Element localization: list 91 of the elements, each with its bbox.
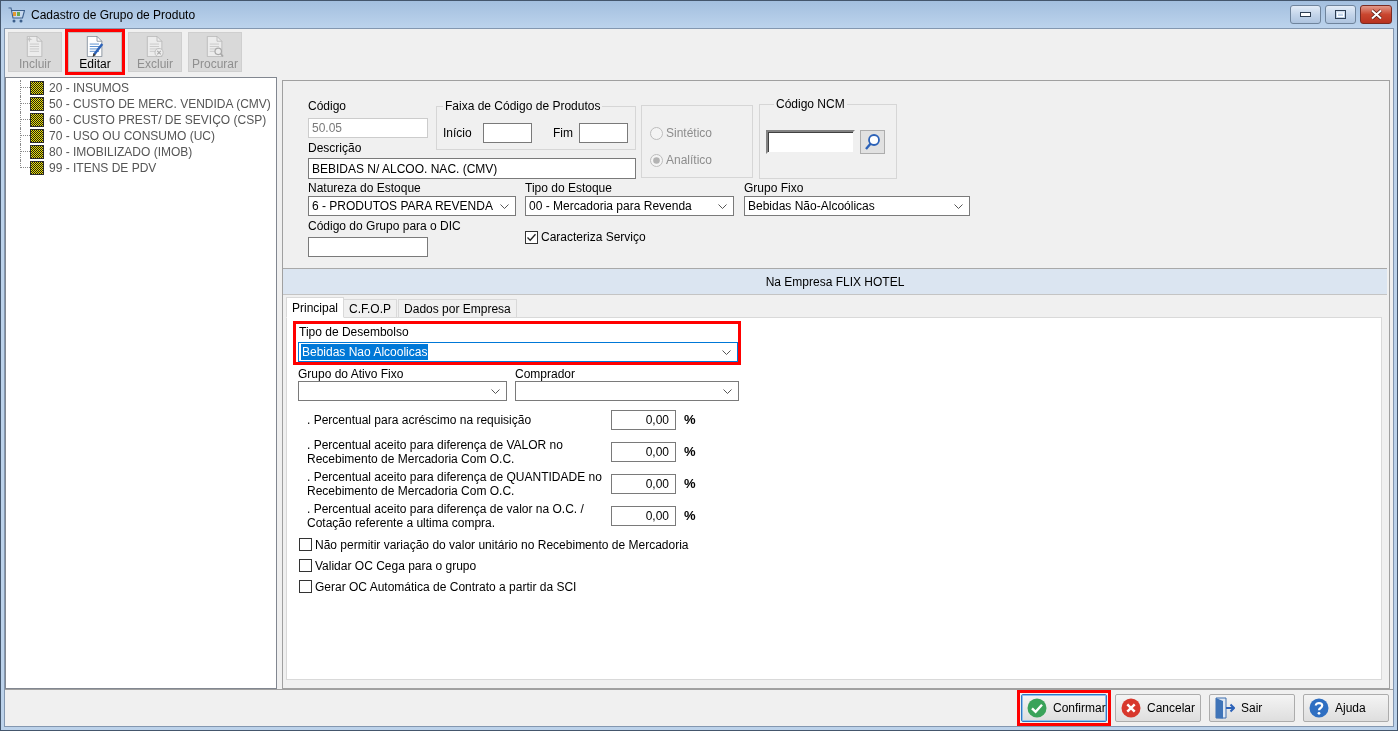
- checkbox[interactable]: [299, 580, 312, 593]
- chevron-down-icon: [722, 349, 731, 355]
- unit-label: %: [684, 477, 696, 491]
- checkered-square-icon: [30, 113, 44, 127]
- checkbox[interactable]: [299, 538, 312, 551]
- close-icon: [1369, 9, 1383, 20]
- dropdown[interactable]: [515, 381, 739, 401]
- checkbox-label: Não permitir variação do valor unitário no Recebimento de Mercadoria: [315, 537, 689, 552]
- check-circle-icon: [1027, 698, 1047, 718]
- close-button[interactable]: [1360, 5, 1392, 24]
- field-label: . Percentual aceito para diferença de valor na O.C. / Cotação referente a ultima compra.: [307, 502, 585, 530]
- field-label: Comprador: [515, 367, 576, 381]
- banner-text: Na Empresa FLIX HOTEL: [765, 274, 905, 289]
- checkered-square-icon: [30, 145, 44, 159]
- action-button[interactable]: Cancelar: [1115, 694, 1201, 722]
- dropdown[interactable]: 6 - PRODUTOS PARA REVENDA: [308, 196, 516, 216]
- tab[interactable]: Principal: [286, 297, 345, 318]
- radio-label: Sintético: [666, 126, 713, 140]
- dropdown[interactable]: 00 - Mercadoria para Revenda: [525, 196, 734, 216]
- field-label: Fim: [553, 126, 574, 140]
- checkered-square-icon: [30, 129, 44, 143]
- input-field[interactable]: [766, 130, 855, 154]
- field-label: . Percentual para acréscimo na requisição: [307, 413, 533, 427]
- input-field[interactable]: 0,00: [611, 474, 676, 494]
- field-label: Tipo do Estoque: [525, 181, 612, 195]
- field-label: . Percentual aceito para diferença de VALOR no Recebimento de Mercadoria Com O.C.: [307, 438, 564, 466]
- document-pencil-icon: [84, 36, 106, 57]
- document-sparkle-icon: [24, 36, 46, 57]
- tree-item[interactable]: 20 - INSUMOS: [49, 80, 129, 96]
- maximize-button[interactable]: [1325, 5, 1356, 24]
- tab[interactable]: Dados por Empresa: [398, 299, 517, 318]
- checkered-square-icon: [30, 161, 44, 175]
- checkbox-label: Caracteriza Serviço: [541, 230, 646, 244]
- dropdown[interactable]: Bebidas Nao Alcoolicas: [298, 342, 738, 362]
- search-icon: [865, 134, 880, 150]
- dropdown[interactable]: [298, 381, 507, 401]
- checkbox-label: Validar OC Cega para o grupo: [315, 558, 477, 573]
- field-label: Grupo do Ativo Fixo: [298, 367, 404, 381]
- minimize-button[interactable]: [1290, 5, 1321, 24]
- field-label: Início: [443, 126, 473, 140]
- door-arrow-icon: [1215, 697, 1235, 719]
- checkbox-label: Gerar OC Automática de Contrato a partir da SCI: [315, 579, 577, 594]
- window-title: Cadastro de Grupo de Produto: [31, 7, 196, 22]
- chevron-down-icon: [954, 203, 963, 209]
- field-label: Descrição: [308, 141, 362, 155]
- action-button[interactable]: Ajuda: [1303, 694, 1389, 722]
- input-field[interactable]: BEBIDAS N/ ALCOO. NAC. (CMV): [308, 158, 636, 179]
- input-field[interactable]: [308, 237, 428, 257]
- tree-item[interactable]: 99 - ITENS DE PDV: [49, 160, 157, 176]
- chevron-down-icon: [718, 203, 727, 209]
- cart-icon: [8, 6, 25, 23]
- chevron-down-icon: [491, 388, 500, 394]
- input-field[interactable]: 0,00: [611, 442, 676, 462]
- checkered-square-icon: [30, 81, 44, 95]
- action-button[interactable]: Confirmar: [1021, 694, 1107, 722]
- search-button[interactable]: [860, 130, 885, 154]
- tree-item[interactable]: 80 - IMOBILIZADO (IMOB): [49, 144, 193, 160]
- field-label: Tipo de Desembolso: [299, 325, 410, 339]
- field-label: . Percentual aceito para diferença de QUANTIDADE no Recebimento de Mercadoria Com O.C.: [307, 470, 603, 498]
- field-label: Código: [308, 99, 347, 113]
- chevron-down-icon: [723, 388, 732, 394]
- checkbox[interactable]: [299, 559, 312, 572]
- field-label: Natureza do Estoque: [308, 181, 421, 195]
- tree-item[interactable]: 60 - CUSTO PREST/ DE SEVIÇO (CSP): [49, 112, 267, 128]
- checkered-square-icon: [30, 97, 44, 111]
- unit-label: %: [684, 509, 696, 523]
- unit-label: %: [684, 413, 696, 427]
- help-icon: [1309, 698, 1329, 718]
- toolbar-button[interactable]: Editar: [68, 32, 122, 72]
- checkbox[interactable]: [525, 230, 538, 244]
- document-magnifier-icon: [204, 36, 226, 57]
- tree-item[interactable]: 50 - CUSTO DE MERC. VENDIDA (CMV): [49, 96, 271, 112]
- document-x-icon: [144, 36, 166, 57]
- tab[interactable]: C.F.O.P: [343, 299, 398, 318]
- input-field[interactable]: [483, 123, 532, 143]
- group-title: Faixa de Código de Produtos: [444, 99, 602, 113]
- radio-label: Analítico: [666, 153, 713, 167]
- minimize-icon: [1300, 12, 1311, 17]
- x-circle-icon: [1121, 698, 1141, 718]
- unit-label: %: [684, 445, 696, 459]
- action-button[interactable]: Sair: [1209, 694, 1295, 722]
- dropdown[interactable]: Bebidas Não-Alcoólicas: [744, 196, 970, 216]
- chevron-down-icon: [500, 203, 509, 209]
- maximize-icon: [1335, 10, 1346, 19]
- field-label: Código do Grupo para o DIC: [308, 219, 461, 233]
- tree-item[interactable]: 70 - USO OU CONSUMO (UC): [49, 128, 215, 144]
- input-field[interactable]: 0,00: [611, 506, 676, 526]
- input-field[interactable]: 0,00: [611, 410, 676, 430]
- input-field[interactable]: [579, 123, 628, 143]
- group-title: Código NCM: [775, 97, 846, 111]
- field-label: Grupo Fixo: [744, 181, 804, 195]
